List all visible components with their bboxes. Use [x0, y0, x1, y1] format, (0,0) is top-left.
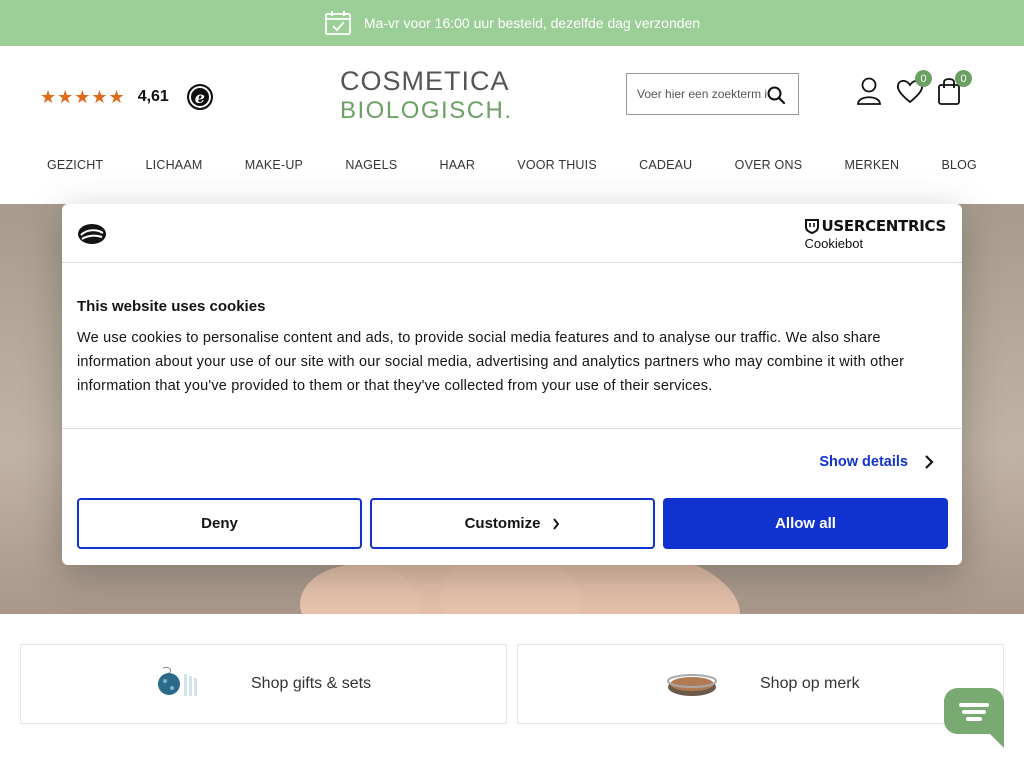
- nav-item-merken[interactable]: MERKEN: [845, 158, 900, 176]
- chat-widget-button[interactable]: [944, 688, 1004, 748]
- allow-all-button[interactable]: Allow all: [663, 498, 948, 549]
- nav-item-haar[interactable]: HAAR: [440, 158, 476, 176]
- cookiebot-subtitle: Cookiebot: [804, 236, 864, 251]
- wishlist-button[interactable]: 0: [896, 70, 932, 106]
- wishlist-count-badge: 0: [915, 70, 932, 87]
- search-box: [626, 73, 799, 115]
- rating-value: 4,61: [137, 88, 169, 105]
- gift-set-product-image: [158, 667, 197, 696]
- main-nav: GEZICHT LICHAAM MAKE-UP NAGELS HAAR VOOR…: [0, 158, 1024, 176]
- tile-gifts-sets-label: Shop gifts & sets: [251, 675, 372, 692]
- tile-shop-brand-label: Shop op merk: [760, 675, 860, 692]
- deny-label: Deny: [201, 515, 238, 532]
- cookie-consent-dialog: USERCENTRICS Cookiebot This website uses…: [62, 204, 962, 565]
- customize-button[interactable]: Customize: [370, 498, 655, 549]
- nav-item-gezicht[interactable]: GEZICHT: [47, 158, 103, 176]
- cookie-dialog-title: This website uses cookies: [77, 298, 266, 315]
- chevron-right-icon: [553, 517, 560, 530]
- shield-icon: [804, 218, 819, 234]
- site-logo[interactable]: COSMETICA BIOLOGISCH.: [340, 68, 530, 123]
- nav-item-nagels[interactable]: NAGELS: [345, 158, 397, 176]
- user-icon: [857, 77, 881, 105]
- show-details-label: Show details: [819, 454, 908, 470]
- cookie-dialog-divider: [62, 428, 962, 429]
- site-header: ★★★★★ 4,61 e COSMETICA BIOLOGISCH. 0: [0, 46, 1024, 142]
- usercentrics-title-text: USERCENTRICS: [821, 217, 947, 235]
- chevron-right-icon: [925, 455, 934, 469]
- announcement-bar: Ma-vr voor 16:00 uur besteld, dezelfde d…: [0, 0, 1024, 46]
- logo-line1: COSMETICA: [340, 66, 510, 96]
- header-icons: 0 0: [856, 70, 972, 106]
- cookie-dialog-header: USERCENTRICS Cookiebot: [62, 204, 962, 263]
- customize-label: Customize: [464, 515, 541, 532]
- nav-item-over-ons[interactable]: OVER ONS: [735, 158, 803, 176]
- allow-all-label: Allow all: [775, 515, 836, 532]
- tile-gifts-sets[interactable]: Shop gifts & sets: [20, 644, 507, 724]
- nav-item-cadeau[interactable]: CADEAU: [639, 158, 692, 176]
- nav-item-voor-thuis[interactable]: VOOR THUIS: [517, 158, 597, 176]
- usercentrics-title: USERCENTRICS: [804, 217, 947, 235]
- cookie-dialog-body: We use cookies to personalise content an…: [77, 330, 905, 394]
- usercentrics-brand[interactable]: USERCENTRICS Cookiebot: [804, 217, 947, 251]
- cart-count-badge: 0: [955, 70, 972, 87]
- deny-button[interactable]: Deny: [77, 498, 362, 549]
- calendar-check-icon: [324, 11, 351, 35]
- rating-stars: ★★★★★: [40, 86, 126, 107]
- nav-item-lichaam[interactable]: LICHAAM: [146, 158, 203, 176]
- announcement-text: Ma-vr voor 16:00 uur besteld, dezelfde d…: [363, 15, 701, 31]
- search-input[interactable]: [637, 87, 767, 101]
- cookie-dialog-buttons: Deny Customize Allow all: [77, 498, 948, 549]
- nav-item-make-up[interactable]: MAKE-UP: [245, 158, 303, 176]
- trusted-shops-rating[interactable]: ★★★★★ 4,61 e: [40, 84, 213, 110]
- cart-button[interactable]: 0: [936, 70, 972, 106]
- trusted-shops-icon[interactable]: e: [186, 84, 213, 110]
- compact-powder-product-image: [667, 674, 717, 696]
- tile-shop-brand[interactable]: Shop op merk: [517, 644, 1004, 724]
- nav-item-blog[interactable]: BLOG: [941, 158, 977, 176]
- logo-line2: BIOLOGISCH.: [340, 97, 513, 124]
- chat-bubble-icon: [944, 688, 1004, 748]
- show-details-link[interactable]: Show details: [819, 454, 934, 470]
- search-icon[interactable]: [766, 85, 786, 105]
- cookiebot-logo-icon: [78, 224, 106, 244]
- account-button[interactable]: [856, 76, 882, 106]
